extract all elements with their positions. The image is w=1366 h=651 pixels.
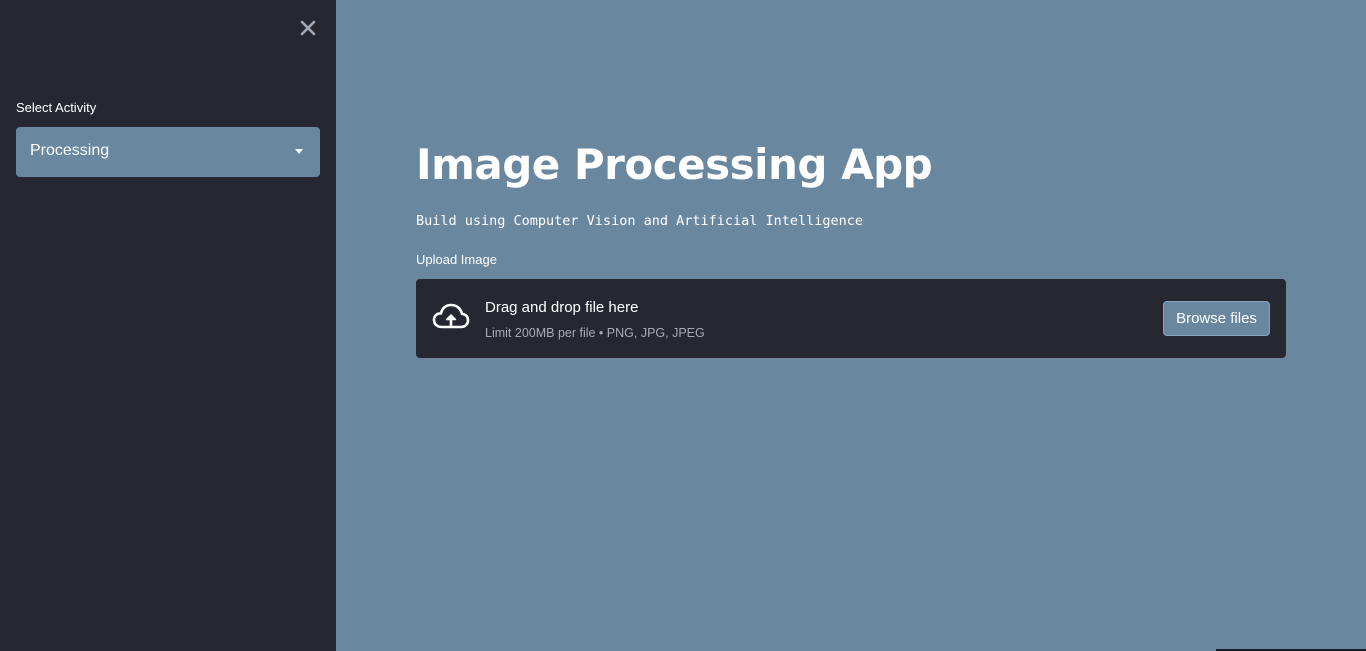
activity-select[interactable]: Processing	[16, 127, 320, 177]
cloud-upload-icon	[432, 303, 470, 329]
page-subtitle: Build using Computer Vision and Artifici…	[416, 213, 864, 229]
select-activity-label: Select Activity	[16, 100, 97, 115]
page-title: Image Processing App	[416, 140, 933, 189]
upload-image-label: Upload Image	[416, 252, 497, 267]
browse-files-button[interactable]: Browse files	[1163, 301, 1270, 336]
activity-select-value: Processing	[30, 142, 110, 159]
close-icon	[300, 20, 316, 36]
caret-down-icon	[295, 149, 303, 154]
app-root: Select Activity Processing Image Process…	[0, 0, 1366, 651]
sidebar: Select Activity Processing	[0, 0, 336, 651]
file-dropzone[interactable]: Drag and drop file here Limit 200MB per …	[416, 279, 1286, 358]
dropzone-hint: Limit 200MB per file • PNG, JPG, JPEG	[485, 326, 705, 340]
close-sidebar-button[interactable]	[297, 17, 319, 39]
dropzone-title: Drag and drop file here	[485, 299, 639, 316]
